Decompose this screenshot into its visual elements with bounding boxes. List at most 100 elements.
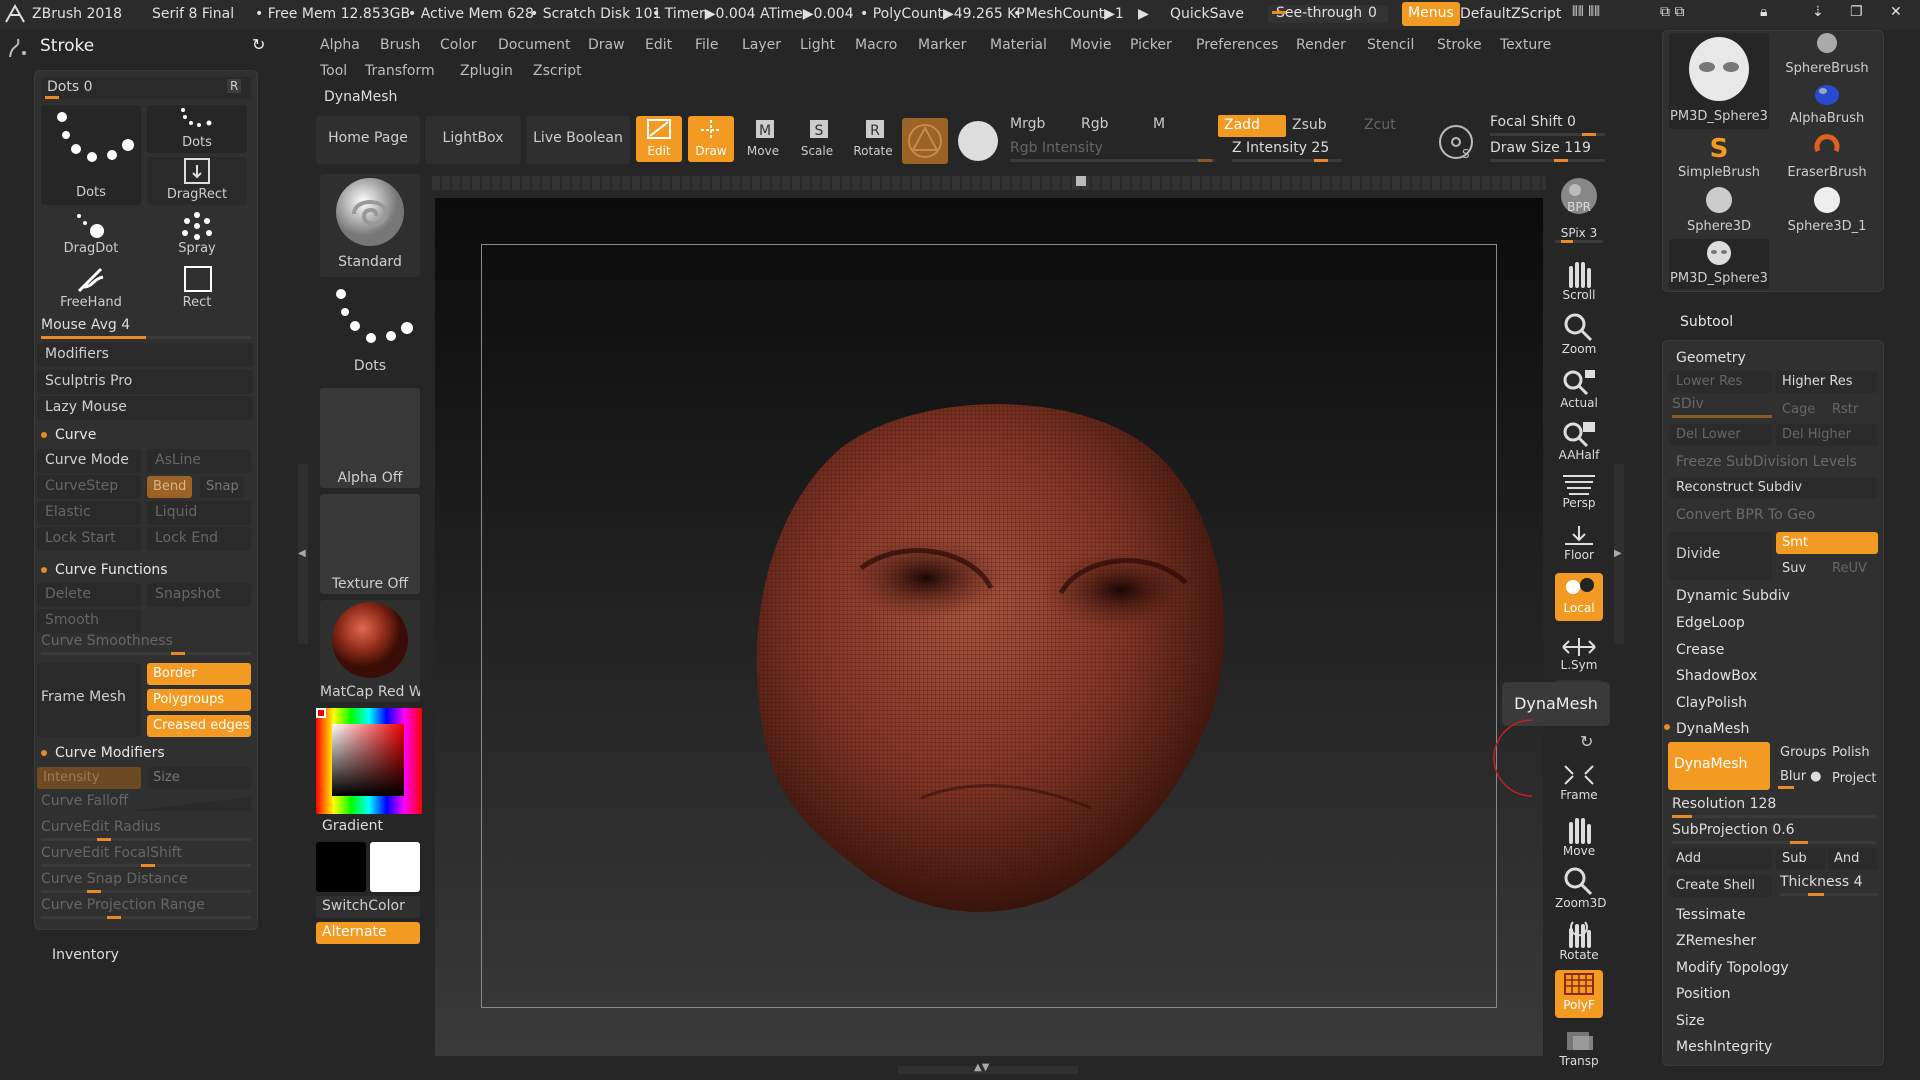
collapse-left-icon[interactable]: ◀ — [298, 548, 306, 559]
del-higher-button[interactable]: Del Higher — [1776, 424, 1878, 446]
liquid-button[interactable]: Liquid — [147, 501, 251, 525]
menu-brush[interactable]: Brush — [380, 37, 420, 53]
live-boolean-button[interactable]: Live Boolean — [526, 116, 630, 164]
higher-res-button[interactable]: Higher Res — [1776, 371, 1878, 393]
edit-button[interactable]: Edit — [636, 116, 682, 162]
curvestep-slider[interactable]: CurveStep — [37, 475, 141, 499]
menu-marker[interactable]: Marker — [918, 37, 966, 53]
curve-snap-distance-slider[interactable]: Curve Snap Distance — [41, 871, 251, 893]
mrgb-button[interactable]: Mrgb — [1010, 116, 1045, 132]
reconstruct-subdiv-button[interactable]: Reconstruct Subdiv — [1670, 477, 1878, 499]
rotate-button[interactable]: R Rotate — [848, 116, 898, 162]
material-sphere-icon[interactable] — [955, 118, 1001, 164]
smt-toggle[interactable]: Smt — [1776, 532, 1878, 554]
frame-mesh-button[interactable]: Frame Mesh — [37, 663, 141, 737]
tool-thumb-eraserbrush[interactable]: EraserBrush — [1775, 133, 1879, 181]
thickness-slider[interactable]: Thickness 4 — [1780, 874, 1878, 896]
bpr-button[interactable]: BPR — [1555, 176, 1603, 214]
tool-thumb-alphabrush[interactable]: AlphaBrush — [1775, 81, 1879, 127]
play-icon[interactable]: ▶ — [1138, 6, 1149, 22]
sdiv-slider[interactable]: SDiv — [1672, 396, 1772, 418]
asline-button[interactable]: AsLine — [147, 449, 251, 473]
resolution-slider[interactable]: Resolution 128 — [1672, 796, 1876, 818]
stroke-dragrect[interactable]: DragRect — [147, 157, 247, 205]
dynamesh-section[interactable]: DynaMesh — [1670, 717, 1880, 742]
current-stroke-dots[interactable]: Dots — [41, 105, 141, 205]
add-button[interactable]: Add — [1670, 848, 1772, 870]
move-button[interactable]: M Move — [740, 116, 786, 162]
edgeloop-section[interactable]: EdgeLoop — [1670, 611, 1880, 636]
texture-off-thumb[interactable]: Texture Off — [320, 494, 420, 594]
arrows-icon[interactable]: ⫴⫴ ⫴⫴ — [1572, 4, 1600, 20]
zsub-button[interactable]: Zsub — [1292, 117, 1327, 133]
minimize-icon[interactable]: ⇣ — [1812, 4, 1824, 20]
zoom3d-button[interactable]: Zoom3D — [1555, 866, 1606, 910]
geometry-section[interactable]: Geometry — [1670, 346, 1880, 371]
tool-thumb-simplebrush[interactable]: S SimpleBrush — [1669, 133, 1769, 181]
zcut-button[interactable]: Zcut — [1364, 117, 1396, 133]
snap-button[interactable]: Snap — [200, 476, 245, 498]
claypolish-section[interactable]: ClayPolish — [1670, 691, 1880, 716]
menu-macro[interactable]: Macro — [855, 37, 897, 53]
m-button[interactable]: M — [1153, 116, 1165, 132]
groups-toggle[interactable]: Groups — [1774, 742, 1826, 764]
polyf-button[interactable]: PolyF — [1555, 970, 1603, 1018]
zoom-button[interactable]: Zoom — [1555, 312, 1603, 356]
and-button[interactable]: And — [1828, 848, 1878, 870]
frame-button[interactable]: Frame — [1555, 762, 1603, 802]
border-button[interactable]: Border — [147, 663, 251, 685]
rstr-button[interactable]: Rstr — [1826, 399, 1878, 421]
home-page-button[interactable]: Home Page — [316, 116, 420, 164]
tool-thumb-sphere3d-1[interactable]: Sphere3D_1 — [1775, 185, 1879, 235]
tool-thumb-pm3d-sphere3-active[interactable]: PM3D_Sphere3 — [1669, 33, 1769, 129]
menu-preferences[interactable]: Preferences — [1196, 37, 1278, 53]
position-section[interactable]: Position — [1670, 982, 1880, 1007]
curve-section[interactable]: Curve — [41, 427, 96, 443]
menu-transform[interactable]: Transform — [365, 63, 435, 79]
curve-projection-range-slider[interactable]: Curve Projection Range — [41, 897, 251, 919]
draw-size-slider[interactable]: Draw Size 119 — [1490, 140, 1605, 162]
freeze-subdivision-button[interactable]: Freeze SubDivision Levels — [1670, 450, 1880, 475]
curve-falloff-slider[interactable]: Curve Falloff — [41, 793, 251, 815]
curveedit-radius-slider[interactable]: CurveEdit Radius — [41, 819, 251, 841]
sub-button[interactable]: Sub — [1776, 848, 1826, 870]
dynamesh-button[interactable]: DynaMesh — [1668, 742, 1770, 790]
menu-draw[interactable]: Draw — [588, 37, 625, 53]
tool-thumb-sphere3d[interactable]: Sphere3D — [1669, 185, 1769, 235]
ruler-marker[interactable] — [1076, 176, 1086, 186]
reuv-button[interactable]: ReUV — [1826, 558, 1878, 580]
spix-slider[interactable]: SPix 3 — [1555, 226, 1603, 243]
convert-bpr-button[interactable]: Convert BPR To Geo — [1670, 503, 1880, 528]
menu-stroke[interactable]: Stroke — [1437, 37, 1482, 53]
move3d-button[interactable]: Move — [1555, 814, 1603, 858]
tessimate-section[interactable]: Tessimate — [1670, 903, 1880, 928]
secondary-color-swatch[interactable] — [316, 842, 366, 892]
quicksave-button[interactable]: QuickSave — [1170, 6, 1244, 22]
close-icon[interactable]: ✕ — [1890, 4, 1902, 20]
aahalf-button[interactable]: AAHalf — [1555, 418, 1603, 462]
lightbox-button[interactable]: LightBox — [425, 116, 521, 164]
stroke-dots-thumb[interactable]: Dots — [320, 282, 420, 382]
curveedit-focalshift-slider[interactable]: CurveEdit FocalShift — [41, 845, 251, 867]
suv-toggle[interactable]: Suv — [1776, 558, 1826, 580]
persp-button[interactable]: Persp — [1555, 470, 1603, 510]
meshintegrity-section[interactable]: MeshIntegrity — [1670, 1035, 1880, 1060]
see-through-slider[interactable]: See-through 0 — [1268, 5, 1388, 23]
dots-slider[interactable]: Dots 0 R — [41, 77, 251, 99]
viewport-canvas[interactable] — [435, 198, 1543, 1056]
curve-modifiers-section[interactable]: Curve Modifiers — [41, 745, 165, 761]
polish-toggle[interactable]: Polish — [1826, 742, 1878, 764]
divide-button[interactable]: Divide — [1670, 532, 1772, 580]
gradient-toggle[interactable]: Gradient — [322, 818, 383, 834]
create-shell-button[interactable]: Create Shell — [1670, 875, 1772, 897]
lazy-mouse-section[interactable]: Lazy Mouse — [37, 396, 253, 420]
snapshot-button[interactable]: Snapshot — [147, 583, 251, 607]
reset-button[interactable]: R — [227, 79, 242, 93]
restore-icon[interactable]: ❐ — [1850, 4, 1863, 20]
scale-button[interactable]: S Scale — [794, 116, 840, 162]
menu-light[interactable]: Light — [800, 37, 835, 53]
stroke-dots[interactable]: Dots — [147, 105, 247, 153]
sculptris-pro-section[interactable]: Sculptris Pro — [37, 370, 253, 394]
curve-mode-button[interactable]: Curve Mode — [37, 449, 141, 473]
rgb-intensity-slider[interactable]: Rgb Intensity — [1010, 140, 1215, 162]
